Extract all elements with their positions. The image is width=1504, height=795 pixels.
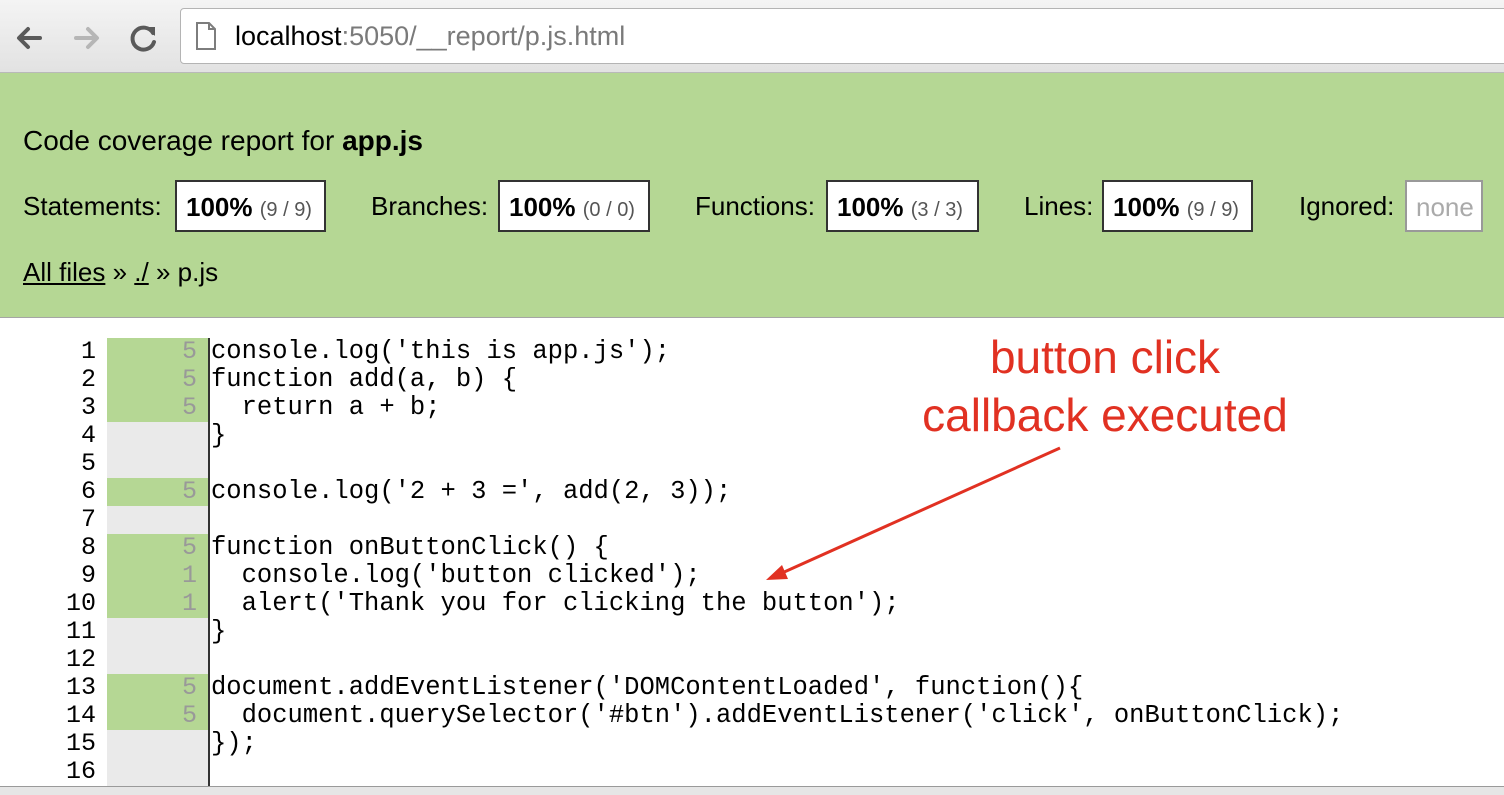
annotation-arrow-icon xyxy=(766,446,1061,580)
